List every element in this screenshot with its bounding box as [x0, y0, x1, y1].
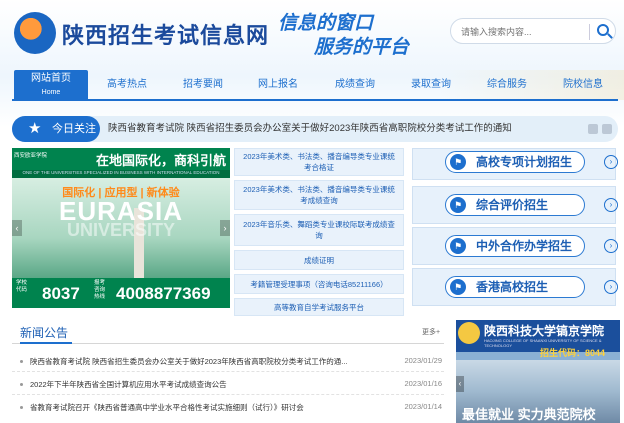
banner-next-icon[interactable]: ›	[220, 220, 230, 236]
nav-item-gaokao-hot[interactable]: 高考热点	[96, 70, 158, 100]
hongkong-admission-button[interactable]: ⚑ 香港高校招生 ›	[412, 268, 618, 306]
ad-admission-code: 招生代码：8044	[540, 348, 606, 358]
comprehensive-eval-button[interactable]: ⚑ 综合评价招生 ›	[412, 186, 618, 224]
arrow-right-icon: ›	[604, 239, 618, 253]
bullet-icon	[20, 383, 23, 386]
mid-link-music-score[interactable]: 2023年音乐类、舞蹈类专业课校际联考成绩查询	[234, 214, 404, 246]
comprehensive-eval-pill: ⚑ 综合评价招生 ›	[445, 194, 618, 216]
nav-item-colleges[interactable]: 院校信息	[552, 70, 614, 100]
nav-item-online-register[interactable]: 网上报名	[247, 70, 309, 100]
mid-link-self-study[interactable]: 高等教育自学考试服务平台	[234, 298, 404, 316]
arrow-right-icon: ›	[604, 198, 618, 212]
news-item-date: 2023/01/16	[404, 379, 442, 388]
news-item-title: 2022年下半年陕西省全国计算机应用水平考试成绩查询公告	[30, 380, 227, 389]
news-title[interactable]: 新闻公告	[20, 324, 68, 341]
nav-item-news[interactable]: 招考要闻	[172, 70, 234, 100]
news-item-date: 2023/01/14	[404, 402, 442, 411]
main-nav: 网站首页 Home 高考热点 招考要闻 网上报名 成绩查询 录取查询 综合服务 …	[0, 70, 624, 100]
flag-icon: ⚑	[450, 197, 466, 213]
bullet-icon	[20, 360, 23, 363]
nav-item-score-query[interactable]: 成绩查询	[324, 70, 386, 100]
mid-link-art-certificate[interactable]: 2023年美术类、书法类、播音编导类专业课统考合格证	[234, 148, 404, 176]
next-arrow-icon[interactable]	[602, 124, 612, 134]
college-emblem-icon	[458, 322, 480, 344]
slogan: 信息的窗口 服务的平台	[270, 8, 420, 58]
star-icon: ★	[28, 120, 42, 137]
promo-banner[interactable]: 西安欧亚学院 在地国际化，商科引航者 ONE OF THE UNIVERSITI…	[12, 148, 230, 308]
banner-subline: ONE OF THE UNIVERSITIES SPECIALIZED IN B…	[12, 170, 230, 178]
nav-item-label: 网站首页	[31, 73, 71, 84]
today-focus-tag: ★ 今日关注	[12, 116, 100, 142]
search-icon[interactable]	[597, 24, 609, 36]
search-divider	[589, 24, 590, 40]
hongkong-admission-pill: ⚑ 香港高校招生 ›	[445, 276, 618, 298]
nav-item-home[interactable]: 网站首页 Home	[14, 70, 88, 100]
nav-underline	[12, 99, 618, 101]
nav-item-admission-query[interactable]: 录取查询	[400, 70, 462, 100]
flag-icon: ⚑	[450, 238, 466, 254]
site-title[interactable]: 陕西招生考试信息网	[62, 18, 269, 50]
comprehensive-eval-label: 综合评价招生	[476, 198, 549, 212]
hongkong-admission-label: 香港高校招生	[476, 280, 549, 294]
today-focus-link[interactable]: 陕西省教育考试院 陕西省招生委员会办公室关于做好2023年陕西省高职院校分类考试…	[108, 116, 512, 142]
banner-brand2: UNIVERSITY	[66, 220, 176, 240]
sino-foreign-button[interactable]: ⚑ 中外合作办学招生 ›	[412, 227, 618, 265]
search-input[interactable]	[461, 23, 581, 41]
today-focus-bar: ★ 今日关注 陕西省教育考试院 陕西省招生委员会办公室关于做好2023年陕西省高…	[12, 116, 618, 142]
search-box	[450, 18, 616, 44]
news-divider	[12, 371, 444, 372]
flag-icon: ⚑	[450, 279, 466, 295]
nav-item-sublabel: Home	[41, 89, 61, 96]
flag-icon: ⚑	[450, 154, 466, 170]
mid-link-art-score[interactable]: 2023年美术类、书法类、播音编导类专业课统考成绩查询	[234, 180, 404, 210]
special-plan-pill: ⚑ 高校专项计划招生 ›	[445, 151, 618, 173]
news-item-title: 省教育考试院召开《陕西省普通高中学业水平合格性考试实施细则（试行）》研讨会	[30, 403, 304, 412]
news-more-link[interactable]: 更多+	[422, 327, 440, 337]
today-focus-label: 今日关注	[52, 123, 96, 135]
bullet-icon	[20, 406, 23, 409]
page-root: 陕西招生考试信息网 信息的窗口 服务的平台 网站首页 Home 高考热点 招考要…	[0, 0, 624, 423]
banner-prev-icon[interactable]: ‹	[12, 220, 22, 236]
slogan-line2: 服务的平台	[314, 36, 410, 58]
ad-slogan: 最佳就业 实力典范院校	[462, 407, 596, 422]
ad-prev-icon[interactable]: ‹	[456, 376, 464, 392]
news-title-underline	[20, 342, 72, 344]
mid-link-score-proof[interactable]: 成绩证明	[234, 250, 404, 270]
banner-code-label: 学校代码	[16, 280, 28, 293]
sino-foreign-label: 中外合作办学招生	[476, 239, 573, 253]
banner-phone: 4008877369	[116, 284, 211, 303]
special-plan-label: 高校专项计划招生	[476, 155, 573, 169]
nav-item-services[interactable]: 综合服务	[476, 70, 538, 100]
news-item-title: 陕西省教育考试院 陕西省招生委员会办公室关于做好2023年陕西省高职院校分类考试…	[30, 357, 348, 366]
mid-link-exam-records[interactable]: 考籍管理受理事项（咨询电话85211166）	[234, 274, 404, 294]
ad-college-name: 陕西科技大学镐京学院	[484, 324, 605, 338]
special-plan-button[interactable]: ⚑ 高校专项计划招生 ›	[412, 148, 618, 180]
news-item-date: 2023/01/29	[404, 356, 442, 365]
sino-foreign-pill: ⚑ 中外合作办学招生 ›	[445, 235, 618, 257]
prev-arrow-icon[interactable]	[588, 124, 598, 134]
arrow-right-icon: ›	[604, 155, 618, 169]
banner-logo-text: 西安欧亚学院	[14, 153, 48, 159]
site-logo-icon[interactable]	[14, 12, 56, 54]
banner-code: 8037	[42, 284, 80, 303]
slogan-line1: 信息的窗口	[278, 12, 374, 34]
banner-phone-label: 报考咨询热线	[94, 280, 106, 300]
arrow-right-icon: ›	[604, 280, 618, 294]
news-divider	[12, 394, 444, 395]
college-ad-banner[interactable]: 陕西科技大学镐京学院 HAOJING COLLEGE OF SHAANXI UN…	[456, 320, 620, 423]
news-header: 新闻公告 更多+	[12, 322, 444, 344]
